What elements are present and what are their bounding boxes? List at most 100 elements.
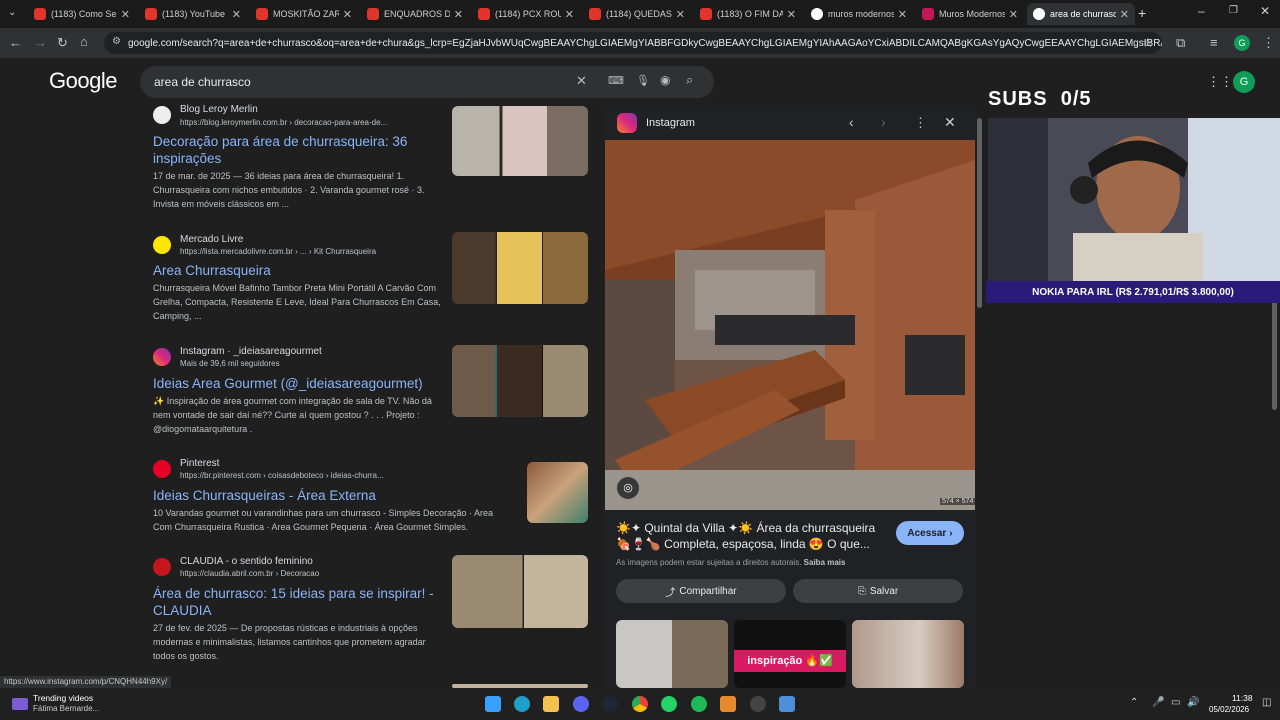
browser-tab[interactable]: MOSKITÃO ZARA✕	[250, 3, 358, 25]
file-explorer-icon[interactable]	[543, 696, 559, 712]
result-thumbnail[interactable]	[452, 555, 588, 628]
result-thumbnail[interactable]	[452, 232, 588, 304]
steam-icon[interactable]	[602, 696, 618, 712]
notification-icon[interactable]: ◫	[1262, 697, 1271, 708]
close-tab-icon[interactable]: ✕	[787, 8, 796, 21]
bookmark-star-icon[interactable]: ☆	[1142, 35, 1154, 51]
address-bar[interactable]: ⚙ google.com/search?q=area+de+churrasco&…	[104, 32, 1162, 54]
preview-image[interactable]	[605, 140, 975, 510]
result-url[interactable]: https://br.pinterest.com › coisasdebotec…	[180, 471, 384, 480]
browser-menu-icon[interactable]: ⋮	[1262, 35, 1275, 51]
profile-avatar[interactable]: G	[1234, 35, 1250, 51]
chrome-icon[interactable]	[632, 696, 648, 712]
close-tab-icon[interactable]: ✕	[1120, 8, 1129, 21]
discord-icon[interactable]	[573, 696, 589, 712]
app-icon[interactable]	[720, 696, 736, 712]
result-thumbnail[interactable]	[452, 106, 588, 176]
youtube-icon	[145, 8, 157, 20]
close-tab-icon[interactable]: ✕	[565, 8, 574, 21]
reload-icon[interactable]: ↻	[57, 35, 68, 51]
network-icon[interactable]: ▭	[1171, 697, 1180, 708]
result-title[interactable]: Área de churrasco: 15 ideias para se ins…	[153, 585, 443, 619]
widget-title[interactable]: Trending videos	[33, 693, 93, 703]
result-title[interactable]: Area Churrasqueira	[153, 262, 443, 279]
close-tab-icon[interactable]: ✕	[676, 8, 685, 21]
clock-time[interactable]: 11:38	[1232, 693, 1253, 703]
result-url[interactable]: https://claudia.abril.com.br › Decoracao	[180, 569, 319, 578]
related-image[interactable]	[616, 620, 728, 688]
browser-tab[interactable]: (1184) QUEDAS D✕	[583, 3, 691, 25]
panel-scrollbar[interactable]	[977, 118, 982, 308]
tray-chevron-icon[interactable]: ⌃	[1130, 697, 1138, 708]
panel-source-name[interactable]: Instagram	[646, 117, 695, 129]
spotify-icon[interactable]	[691, 696, 707, 712]
result-snippet: 17 de mar. de 2025 — 36 ideias para área…	[153, 169, 443, 211]
result-thumbnail[interactable]	[452, 345, 588, 417]
close-tab-icon[interactable]: ✕	[121, 8, 130, 21]
close-panel-icon[interactable]: ✕	[944, 114, 956, 131]
app-icon[interactable]	[779, 696, 795, 712]
donation-goal-bar: NOKIA PARA IRL (R$ 2.791,01/R$ 3.800,00)	[986, 281, 1280, 303]
obs-icon[interactable]	[750, 696, 766, 712]
browser-tab[interactable]: muros modernos ✕	[805, 3, 913, 25]
volume-icon[interactable]: 🔊	[1187, 697, 1199, 708]
close-window-button[interactable]: ✕	[1260, 4, 1270, 18]
whatsapp-icon[interactable]	[661, 696, 677, 712]
result-thumbnail[interactable]	[527, 462, 588, 523]
visit-button[interactable]: Acessar ›	[896, 521, 964, 545]
result-title[interactable]: Ideias Churrasqueiras - Área Externa	[153, 487, 443, 504]
result-url[interactable]: https://blog.leroymerlin.com.br › decora…	[180, 118, 387, 127]
browser-tab[interactable]: Muros Modernos ✕	[916, 3, 1024, 25]
result-url[interactable]: https://lista.mercadolivre.com.br › ... …	[180, 247, 376, 256]
minimize-window-button[interactable]: –	[1198, 4, 1205, 18]
lens-search-image-icon[interactable]: ◎	[617, 477, 639, 499]
save-button[interactable]: ⎘ Salvar	[793, 579, 963, 603]
result-title[interactable]: Decoração para área de churrasqueira: 36…	[153, 133, 443, 167]
google-logo[interactable]: Google	[49, 68, 117, 94]
microphone-icon[interactable]: 🎤	[1152, 697, 1164, 708]
google-avatar[interactable]: G	[1233, 71, 1255, 93]
voice-search-icon[interactable]: 🎙	[636, 74, 650, 87]
related-image[interactable]	[852, 620, 964, 688]
close-tab-icon[interactable]: ✕	[343, 8, 352, 21]
weather-widget-icon[interactable]	[12, 698, 28, 710]
browser-tab-active[interactable]: area de churrasco ✕	[1027, 3, 1135, 25]
search-input[interactable]: area de churrasco ✕ ⌨ 🎙 ◉ ⌕	[140, 66, 714, 98]
browser-tab[interactable]: (1184) PCX ROUB✕	[472, 3, 580, 25]
browser-tab[interactable]: ENQUADROS DE E✕	[361, 3, 469, 25]
site-info-icon[interactable]: ⚙	[112, 36, 121, 47]
previous-image-icon[interactable]: ‹	[849, 114, 854, 130]
clear-search-icon[interactable]: ✕	[576, 73, 587, 89]
edge-icon[interactable]	[514, 696, 530, 712]
close-tab-icon[interactable]: ✕	[898, 8, 907, 21]
close-tab-icon[interactable]: ✕	[454, 8, 463, 21]
back-icon[interactable]: ←	[9, 35, 22, 50]
close-tab-icon[interactable]: ✕	[1009, 8, 1018, 21]
more-options-icon[interactable]: ⋮	[914, 115, 927, 131]
keyboard-icon[interactable]: ⌨	[608, 74, 624, 87]
browser-tab[interactable]: (1183) O FIM DA ✕	[694, 3, 802, 25]
result-title[interactable]: Ideias Area Gourmet (@_ideiasareagourmet…	[153, 375, 443, 392]
clock-date[interactable]: 05/02/2026	[1209, 705, 1249, 714]
result-snippet: 27 de fev. de 2025 — De propostas rústic…	[153, 621, 443, 663]
restore-window-button[interactable]: ❐	[1229, 5, 1238, 16]
extensions-icon[interactable]: ⧉	[1176, 35, 1185, 51]
related-image[interactable]: inspiração 🔥✅	[734, 620, 846, 688]
lens-icon[interactable]: ◉	[660, 73, 670, 87]
windows-start-icon[interactable]	[485, 696, 501, 712]
panel-caption[interactable]: ☀️✦ Quintal da Villa ✦☀️ Área da churras…	[616, 520, 884, 554]
home-icon[interactable]: ⌂	[80, 34, 88, 49]
forward-icon[interactable]: →	[34, 35, 47, 50]
new-tab-button[interactable]: +	[1138, 5, 1146, 21]
tab-search-button[interactable]: ⌄	[8, 7, 16, 18]
search-icon[interactable]: ⌕	[686, 72, 693, 88]
browser-tab[interactable]: (1183) YouTube ✕	[139, 3, 247, 25]
share-button[interactable]: ⤴ Compartilhar	[616, 579, 786, 603]
apps-grid-icon[interactable]: ⋮⋮	[1207, 74, 1233, 90]
browser-tab[interactable]: (1183) Como Será✕	[28, 3, 136, 25]
media-icon[interactable]: ≡	[1210, 35, 1218, 50]
learn-more-link[interactable]: Saiba mais	[804, 558, 846, 567]
close-tab-icon[interactable]: ✕	[232, 8, 241, 21]
page-scrollbar[interactable]	[1272, 300, 1277, 410]
next-image-icon[interactable]: ›	[881, 114, 886, 130]
